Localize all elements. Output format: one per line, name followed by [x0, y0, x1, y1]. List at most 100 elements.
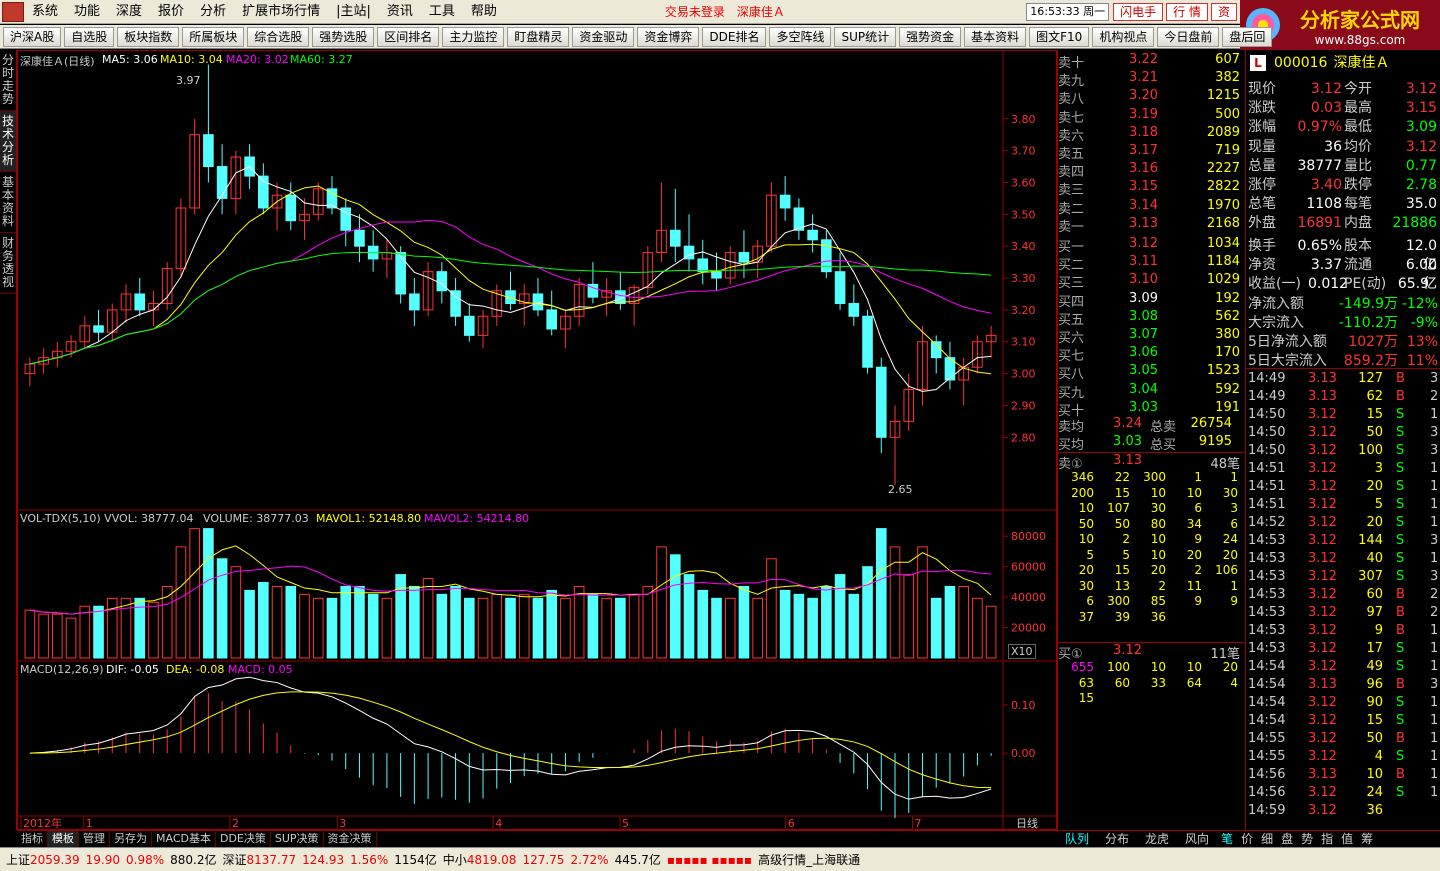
menu-main-station[interactable]: |主站| [328, 0, 379, 24]
tick-count: 1 [1430, 695, 1439, 710]
right-tab[interactable]: 盘 [1277, 831, 1297, 847]
right-tab[interactable]: 笔 [1217, 831, 1237, 847]
right-tab[interactable]: 指 [1317, 831, 1337, 847]
indicator-tab[interactable]: 资金决策 [324, 831, 377, 847]
right-tab[interactable]: 队列 [1057, 831, 1097, 847]
right-tab[interactable]: 价 [1237, 831, 1257, 847]
tick-price: 3.12 [1308, 713, 1337, 728]
right-tab[interactable]: 细 [1257, 831, 1277, 847]
info-value: 0.77 [1405, 157, 1437, 174]
toolbar-button[interactable]: 资金博弈 [637, 26, 700, 47]
menu-news[interactable]: 资讯 [379, 0, 421, 24]
menu-system[interactable]: 系统 [24, 0, 66, 24]
tick-volume: 5 [1374, 497, 1383, 512]
menu-extended-market[interactable]: 扩展市场行情 [234, 0, 328, 24]
tick-time: 14:55 [1248, 731, 1286, 746]
menu-analysis[interactable]: 分析 [192, 0, 234, 24]
menu-function[interactable]: 功能 [66, 0, 108, 24]
toolbar-button[interactable]: 多空阵线 [769, 26, 832, 47]
order-level-price: 3.16 [1129, 161, 1158, 177]
indicator-tab[interactable]: SUP决策 [271, 831, 324, 847]
info-button[interactable]: 资 [1210, 2, 1237, 21]
indicator-tab[interactable]: 管理 [79, 831, 110, 847]
sz-index-name[interactable]: 深证 [222, 851, 246, 868]
tick-price: 3.12 [1308, 497, 1337, 512]
toolbar-button[interactable]: 综合选股 [247, 26, 310, 47]
indicator-tab[interactable]: 模板 [48, 831, 79, 847]
toolbar-button[interactable]: 图文F10 [1029, 26, 1090, 47]
right-tab[interactable]: 分布 [1097, 831, 1137, 847]
tick-volume: 144 [1358, 533, 1383, 548]
toolbar-button[interactable]: 自选股 [64, 26, 115, 47]
queue-cell [1166, 610, 1202, 625]
toolbar-button[interactable]: 区间排名 [377, 26, 440, 47]
chart-canvas[interactable]: 3.80 3.70 3.60 3.50 3.40 3.30 3.20 3.10 3.00 2.90… [18, 51, 1056, 829]
info-value: 3.12 [1405, 81, 1437, 97]
volume-bar [258, 581, 269, 659]
order-level-name: 买一 [1058, 240, 1085, 255]
right-tab[interactable]: 值 [1337, 831, 1357, 847]
toolbar-button[interactable]: 所属板块 [182, 26, 245, 47]
toolbar-button[interactable]: 强势选股 [312, 26, 375, 47]
tab-financials[interactable]: 财务透视 [0, 233, 16, 294]
toolbar-button[interactable]: DDE排名 [702, 26, 767, 47]
order-level-volume: 2822 [1206, 179, 1240, 195]
tick-row: 14:53 3.12 40 S 1 [1246, 550, 1440, 568]
tab-technical[interactable]: 技术分析 [0, 111, 16, 172]
toolbar-button[interactable]: 主力监控 [442, 26, 505, 47]
toolbar-button[interactable]: 机构视点 [1092, 26, 1155, 47]
feed-server[interactable]: 高级行情_上海联通 [758, 851, 860, 868]
volume-title: VOL-TDX(5,10) VVOL: 38777.04 [20, 512, 194, 525]
chart-area[interactable]: 3.80 3.70 3.60 3.50 3.40 3.30 3.20 3.10 3.00 2.90… [17, 50, 1057, 830]
trade-login-warning[interactable]: 交易未登录 [665, 3, 725, 20]
indicator-tab[interactable]: MACD基本 [152, 831, 216, 847]
menu-quote[interactable]: 报价 [150, 0, 192, 24]
order-level-volume: 592 [1215, 381, 1240, 397]
volume-bar [807, 597, 818, 659]
toolbar-button[interactable]: 盘后回 [1222, 26, 1273, 47]
stock-info-panel: L 000016 深康佳Ａ 现价 3.12 今开 3.12 涨跌 0.03 最高 3.15 涨幅 0.9… [1245, 50, 1440, 830]
toolbar-button[interactable]: 基本资料 [964, 26, 1027, 47]
queue-cell: 10 [1078, 532, 1094, 546]
info-key: 今开 [1344, 81, 1372, 97]
indicator-tab[interactable]: 另存为 [110, 831, 152, 847]
indicator-tab[interactable]: DDE决策 [216, 831, 271, 847]
queue-side: 买① [1058, 647, 1083, 662]
sh-index-name[interactable]: 上证 [6, 851, 30, 868]
tick-time: 14:54 [1248, 695, 1286, 710]
volume-bar [148, 601, 159, 659]
toolbar-button[interactable]: 板块指数 [117, 26, 180, 47]
smb-index-name[interactable]: 中小 [443, 851, 467, 868]
toolbar-button[interactable]: 今日盘前 [1157, 26, 1220, 47]
indicator-tab[interactable]: 指标 [17, 831, 48, 847]
right-tab[interactable]: 龙虎 [1137, 831, 1177, 847]
toolbar-button[interactable]: 资金驱动 [572, 26, 635, 47]
menu-depth[interactable]: 深度 [108, 0, 150, 24]
tick-side: S [1396, 713, 1405, 728]
queue-cell: 20 [1186, 547, 1202, 562]
sh-index-value: 2059.39 [30, 852, 80, 867]
right-tab[interactable]: 风向 [1177, 831, 1217, 847]
right-tab[interactable]: 筹 [1357, 831, 1377, 847]
right-tab[interactable]: 势 [1297, 831, 1317, 847]
info-value: 65.9 [1397, 276, 1429, 292]
menu-tools[interactable]: 工具 [421, 0, 463, 24]
order-book-row: 买七 3.06 170 [1058, 345, 1244, 364]
order-level-name: 卖一 [1058, 219, 1085, 235]
period-label[interactable]: 日线 [1016, 815, 1038, 831]
tick-side: S [1396, 407, 1405, 422]
toolbar-button[interactable]: 沪深A股 [3, 26, 62, 47]
tick-side: B [1396, 389, 1405, 404]
tab-intraday[interactable]: 分时走势 [0, 50, 16, 111]
quote-button[interactable]: 行 情 [1166, 2, 1208, 21]
queue-cell: 3 [1230, 501, 1238, 515]
volume-bar [889, 546, 901, 659]
tab-fundamentals[interactable]: 基本资料 [0, 172, 16, 233]
toolbar-button[interactable]: 强势资金 [899, 26, 962, 47]
toolbar-button[interactable]: 盯盘精灵 [507, 26, 570, 47]
volume-bar [436, 593, 448, 659]
flash-trade-button[interactable]: 闪电手 [1113, 2, 1164, 21]
order-level-name: 买四 [1058, 294, 1085, 310]
toolbar-button[interactable]: SUP统计 [834, 26, 897, 47]
menu-help[interactable]: 帮助 [463, 0, 505, 24]
